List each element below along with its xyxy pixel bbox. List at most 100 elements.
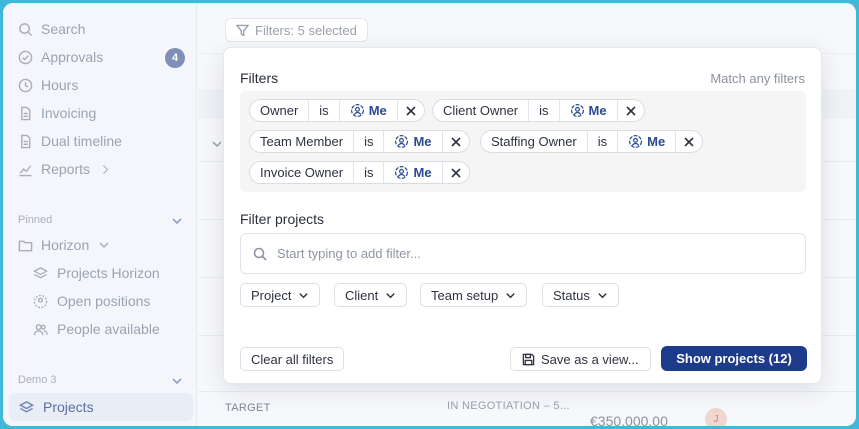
- person-dashed-icon: [33, 294, 48, 308]
- filter-chip-value[interactable]: Me: [560, 100, 618, 121]
- filter-projects-title: Filter projects: [240, 211, 325, 227]
- filter-chip-value[interactable]: Me: [384, 131, 443, 152]
- filter-chip-operator[interactable]: is: [529, 100, 560, 121]
- layers-icon: [33, 266, 48, 278]
- filter-chip-staffing-owner: Staffing Owner is Me: [480, 130, 704, 153]
- filter-chip-invoice-owner: Invoice Owner is Me: [249, 161, 470, 184]
- folder-icon: [17, 237, 33, 253]
- sidebar: Search Approvals 4 Hours Invoicing Dual …: [3, 3, 197, 426]
- match-mode-toggle[interactable]: Match any filters: [710, 71, 805, 86]
- chevron-right-icon: [100, 164, 111, 175]
- remove-filter-button[interactable]: [618, 100, 644, 121]
- sidebar-item-label: Open positions: [57, 293, 151, 309]
- filter-search-input[interactable]: [277, 246, 757, 261]
- section-label-demo: Demo 3: [18, 374, 57, 386]
- clear-all-filters-button[interactable]: Clear all filters: [240, 347, 345, 371]
- sidebar-item-label: Approvals: [41, 49, 104, 65]
- popover-title: Filters: [240, 70, 279, 86]
- save-as-view-button[interactable]: Save as a view...: [510, 347, 651, 371]
- sidebar-item-label: Projects: [43, 399, 94, 415]
- search-icon: [253, 247, 267, 261]
- remove-filter-button[interactable]: [676, 131, 702, 152]
- avatar[interactable]: J: [705, 408, 727, 426]
- approvals-count-badge: 4: [165, 48, 185, 68]
- chevron-down-icon: [386, 292, 395, 298]
- filter-chip-operator[interactable]: is: [588, 131, 619, 152]
- show-projects-button[interactable]: Show projects (12): [661, 346, 807, 371]
- dropdown-status[interactable]: Status: [542, 283, 619, 307]
- filters-popover: Filters Match any filters Owner is Me Cl…: [223, 47, 822, 384]
- filter-chip-field[interactable]: Staffing Owner: [481, 131, 588, 152]
- sidebar-item-projects-horizon[interactable]: Projects Horizon: [33, 262, 160, 284]
- sidebar-item-projects[interactable]: Projects: [9, 393, 193, 421]
- document-icon: [17, 105, 33, 121]
- filter-chip-operator[interactable]: is: [354, 131, 385, 152]
- table-cell-amount: €350,000.00: [590, 413, 668, 426]
- divider: [198, 391, 856, 392]
- sidebar-item-reports[interactable]: Reports: [17, 158, 111, 180]
- section-label-pinned: Pinned: [18, 214, 53, 226]
- remove-filter-button[interactable]: [443, 131, 469, 152]
- filter-chip-owner: Owner is Me: [249, 99, 425, 122]
- close-icon: [406, 105, 416, 116]
- people-icon: [33, 323, 48, 335]
- sidebar-item-dual-timeline[interactable]: Dual timeline: [17, 130, 122, 152]
- filter-chip-value[interactable]: Me: [618, 131, 677, 152]
- layers-icon: [19, 400, 34, 413]
- filter-chip-field[interactable]: Client Owner: [433, 100, 530, 121]
- filters-trigger-label: Filters: 5 selected: [255, 22, 357, 38]
- chevron-down-icon: [598, 292, 607, 298]
- user-circle-icon: [629, 134, 643, 149]
- sidebar-item-people-available[interactable]: People available: [33, 318, 160, 340]
- remove-filter-button[interactable]: [443, 162, 469, 183]
- sidebar-item-invoicing[interactable]: Invoicing: [17, 102, 96, 124]
- sidebar-group-horizon[interactable]: Horizon: [17, 234, 110, 256]
- sidebar-item-label: Projects Horizon: [57, 265, 160, 281]
- user-circle-icon: [395, 134, 409, 149]
- chevron-down-icon[interactable]: [171, 374, 183, 386]
- sidebar-item-label: People available: [57, 321, 160, 337]
- sidebar-group-label: Horizon: [41, 237, 90, 253]
- filter-chip-field[interactable]: Team Member: [250, 131, 355, 152]
- chevron-down-icon: [299, 292, 309, 298]
- sidebar-item-label: Invoicing: [41, 105, 97, 121]
- filters-trigger-button[interactable]: Filters: 5 selected: [225, 18, 368, 42]
- search-icon: [17, 21, 33, 37]
- close-icon: [450, 136, 461, 147]
- check-circle-icon: [17, 49, 33, 65]
- close-icon: [450, 167, 461, 178]
- filter-chip-operator[interactable]: is: [309, 100, 340, 121]
- filter-chip-operator[interactable]: is: [354, 162, 385, 183]
- chevron-down-icon[interactable]: [171, 214, 183, 226]
- sidebar-item-label: Hours: [41, 77, 79, 93]
- filter-search-field[interactable]: [240, 233, 806, 274]
- user-circle-icon: [350, 103, 364, 118]
- user-circle-icon: [395, 165, 409, 180]
- filter-chip-value[interactable]: Me: [384, 162, 443, 183]
- sidebar-item-label: Search: [41, 21, 86, 37]
- close-icon: [626, 105, 636, 116]
- filter-chip-field[interactable]: Invoice Owner: [250, 162, 355, 183]
- filter-chip-field[interactable]: Owner: [250, 100, 310, 121]
- table-cell-target: TARGET: [225, 402, 271, 414]
- save-icon: [522, 353, 535, 365]
- filter-chip-client-owner: Client Owner is Me: [432, 99, 645, 122]
- sidebar-item-search[interactable]: Search: [17, 18, 85, 40]
- sidebar-item-open-positions[interactable]: Open positions: [33, 290, 150, 312]
- close-icon: [684, 136, 694, 147]
- sidebar-item-hours[interactable]: Hours: [17, 74, 78, 96]
- sidebar-item-label: Reports: [41, 161, 91, 177]
- chart-icon: [17, 161, 33, 177]
- filter-chip-value[interactable]: Me: [340, 100, 398, 121]
- filter-icon: [236, 24, 249, 37]
- sidebar-item-approvals[interactable]: Approvals: [17, 46, 103, 68]
- clock-icon: [17, 77, 33, 93]
- dropdown-project[interactable]: Project: [240, 283, 321, 307]
- app-window: Search Approvals 4 Hours Invoicing Dual …: [3, 3, 856, 426]
- chevron-down-icon[interactable]: [211, 137, 223, 155]
- sidebar-item-label: Dual timeline: [41, 133, 122, 149]
- chevron-down-icon: [506, 292, 515, 298]
- remove-filter-button[interactable]: [398, 100, 424, 121]
- dropdown-client[interactable]: Client: [334, 283, 408, 307]
- dropdown-team-setup[interactable]: Team setup: [420, 283, 528, 307]
